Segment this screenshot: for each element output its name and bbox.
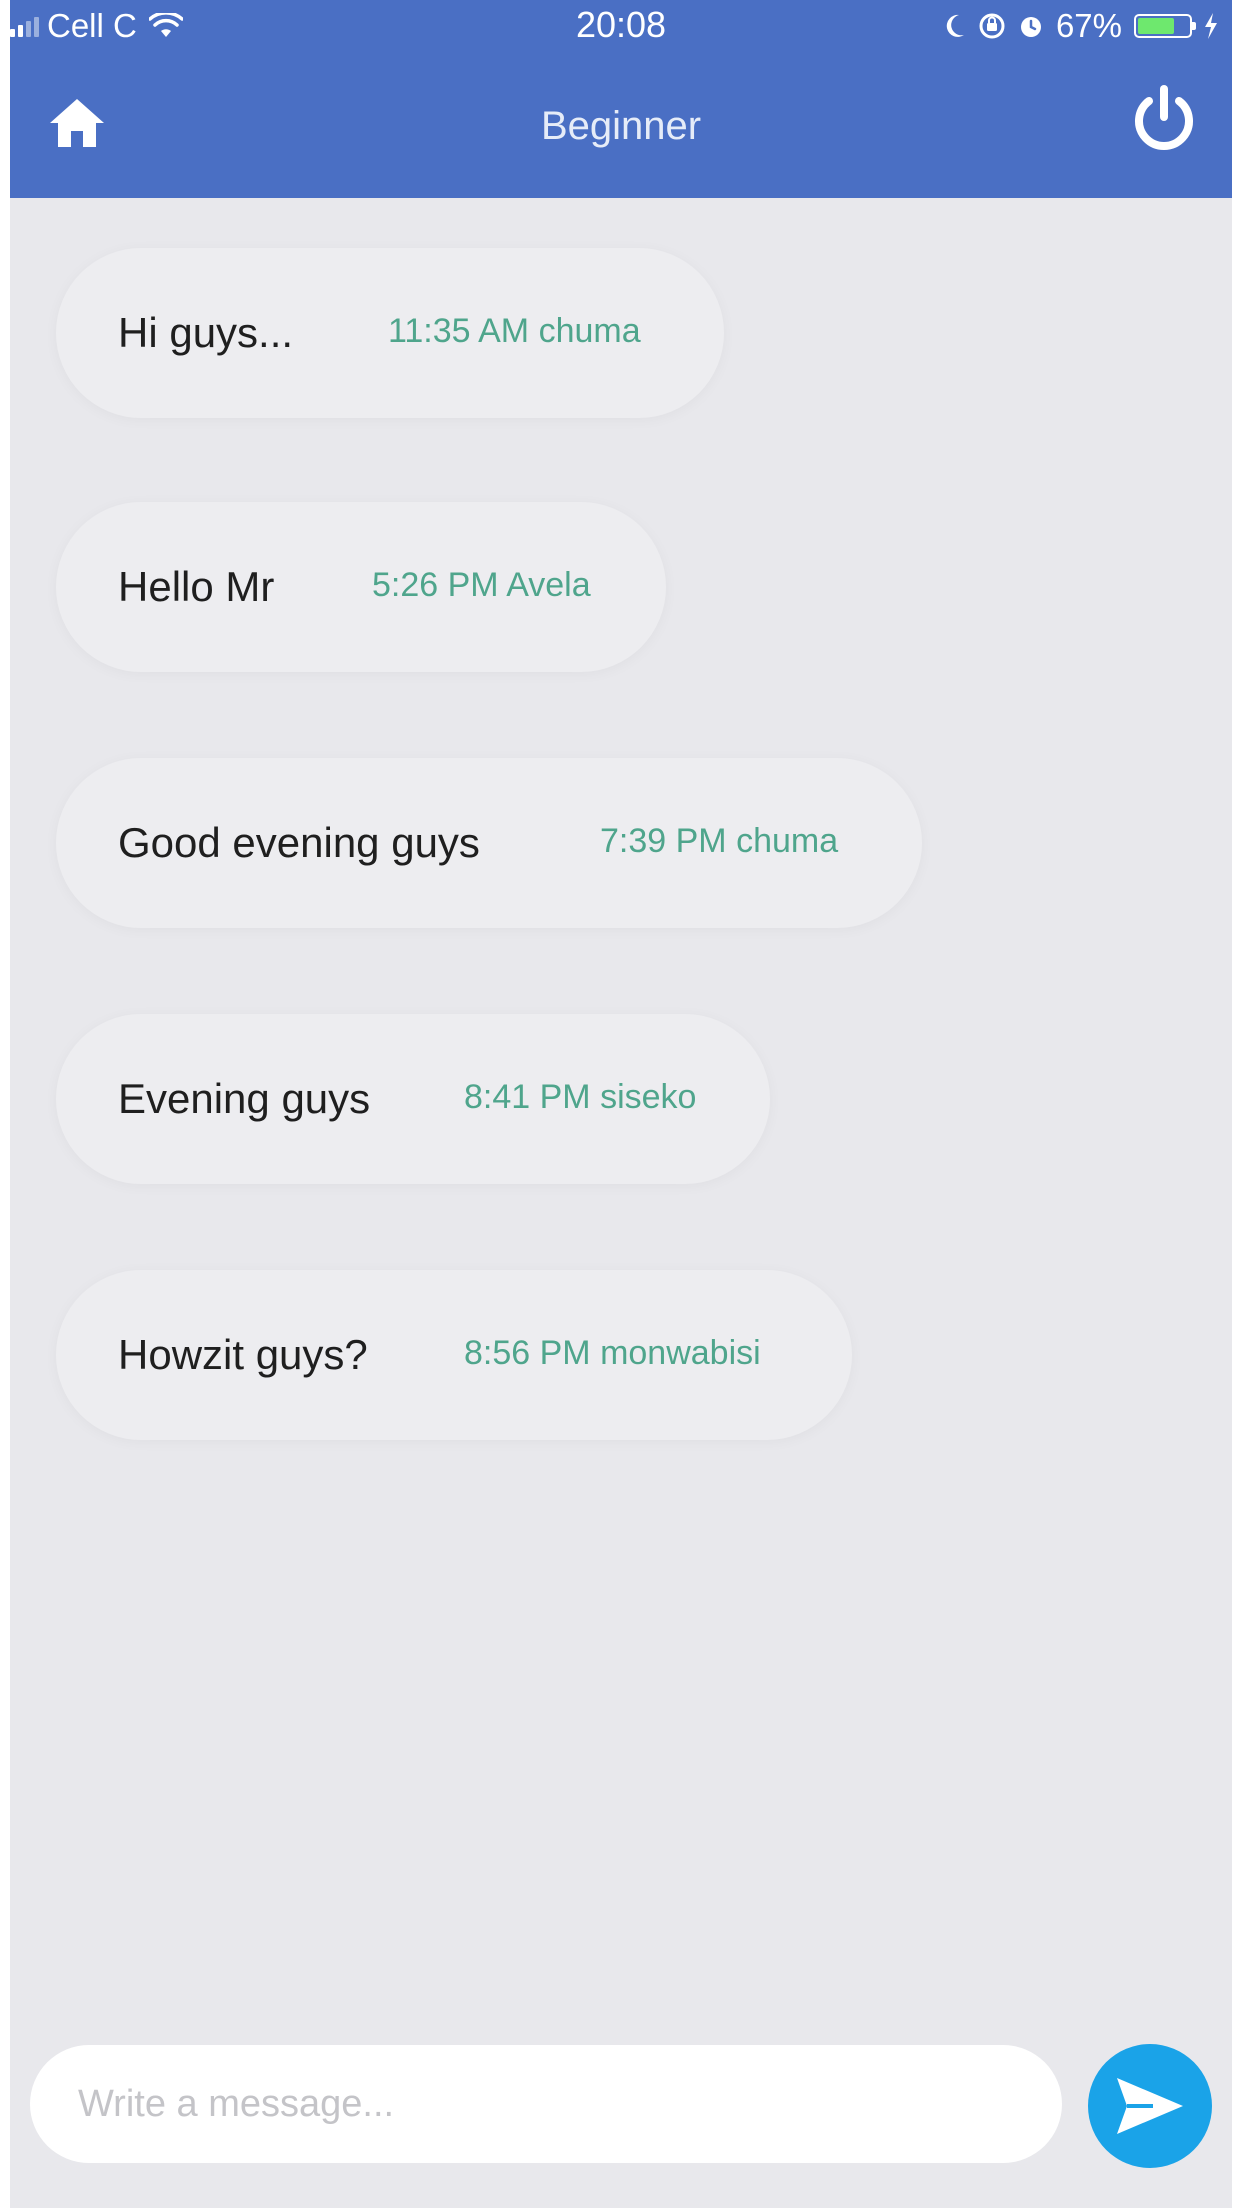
send-button[interactable] [1088, 2044, 1212, 2168]
message-sender: Avela [506, 566, 591, 604]
alarm-icon [1020, 17, 1041, 37]
message-meta: 8:56 PM monwabisi [464, 1334, 761, 1373]
message-text: Hi guys... [118, 309, 294, 356]
message-bubble[interactable]: Hi guys... 11:35 AM chuma [56, 248, 724, 418]
charging-icon [1205, 13, 1217, 39]
battery-percent: 67% [1055, 7, 1122, 44]
message-sender: chuma [538, 312, 641, 350]
message-sender: chuma [736, 822, 839, 860]
battery-fill [1138, 18, 1175, 34]
power-icon [1135, 85, 1193, 150]
message-text: Good evening guys [118, 819, 480, 866]
header-bar: Beginner [10, 50, 1232, 198]
message-time: 5:26 PM [372, 566, 499, 604]
message-sender: monwabisi [600, 1334, 761, 1372]
message-bubble[interactable]: Howzit guys? 8:56 PM monwabisi [56, 1270, 852, 1440]
send-icon [1117, 2078, 1183, 2134]
message-time: 7:39 PM [600, 822, 727, 860]
message-meta: 5:26 PM Avela [372, 566, 591, 605]
chat-screen: Cell C 20:08 67% Beginner Hi guys... 11:… [10, 0, 1232, 2208]
message-text: Hello Mr [118, 563, 275, 610]
message-composer [10, 2010, 1232, 2208]
status-bar: Cell C 20:08 67% [10, 0, 1232, 50]
orientation-lock-icon [979, 13, 1005, 39]
message-bubble[interactable]: Hello Mr 5:26 PM Avela [56, 502, 666, 672]
message-time: 8:56 PM [464, 1334, 591, 1372]
message-text: Howzit guys? [118, 1331, 368, 1378]
page-title: Beginner [540, 104, 702, 148]
message-meta: 8:41 PM siseko [464, 1078, 696, 1117]
message-sender: siseko [600, 1078, 697, 1116]
moon-icon [946, 14, 964, 37]
message-bubble[interactable]: Good evening guys 7:39 PM chuma [56, 758, 922, 928]
message-bubble[interactable]: Evening guys 8:41 PM siseko [56, 1014, 770, 1184]
message-input[interactable] [30, 2045, 1062, 2163]
message-list[interactable]: Hi guys... 11:35 AM chuma Hello Mr 5:26 … [10, 198, 1232, 2008]
message-time: 8:41 PM [464, 1078, 591, 1116]
message-meta: 7:39 PM chuma [600, 822, 838, 861]
status-right: 67% [944, 6, 1218, 46]
message-time: 11:35 AM [388, 312, 530, 350]
logout-button[interactable] [1126, 82, 1202, 158]
message-meta: 11:35 AM chuma [388, 312, 641, 351]
battery-icon [1134, 14, 1196, 38]
message-text: Evening guys [118, 1075, 371, 1122]
